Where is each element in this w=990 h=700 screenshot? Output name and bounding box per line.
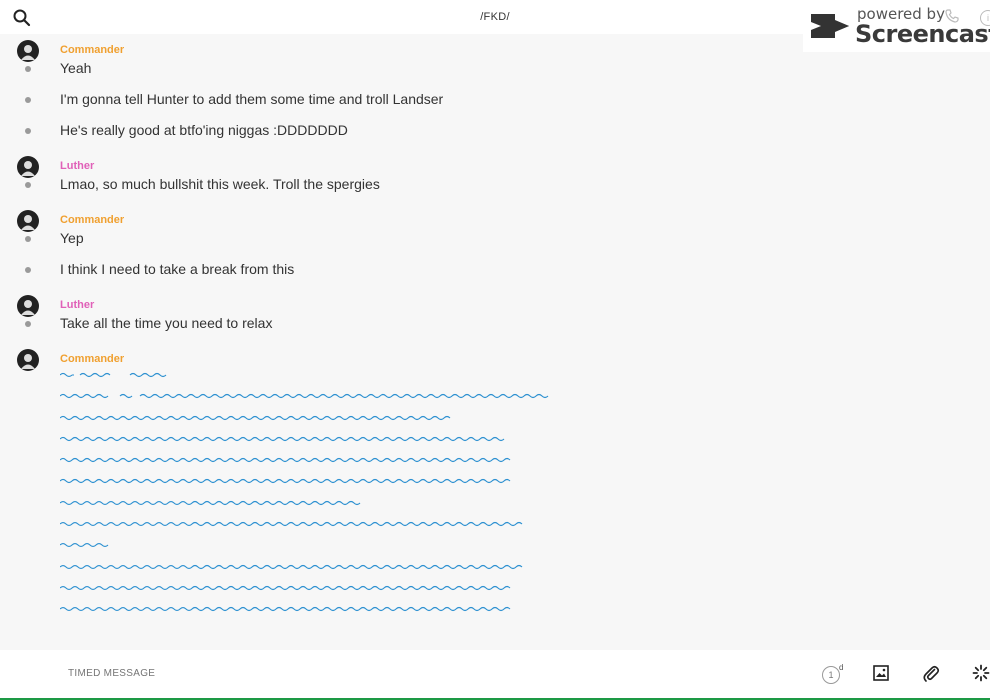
attach-file-button[interactable] xyxy=(922,664,940,682)
scribbled-message xyxy=(59,370,990,635)
paperclip-icon xyxy=(923,665,940,682)
message-text: I think I need to take a break from this xyxy=(25,258,990,280)
timer-value: 1 xyxy=(822,666,840,684)
message-timer-button[interactable]: 1 d xyxy=(822,663,846,685)
message-group: Luther Lmao, so much bullshit this week.… xyxy=(17,150,990,195)
composer-bar: 1 d xyxy=(0,650,990,698)
avatar[interactable] xyxy=(17,295,39,317)
message-group: Commander Yeah I'm gonna tell Hunter to … xyxy=(17,34,990,141)
more-options-button[interactable] xyxy=(972,664,990,682)
avatar[interactable] xyxy=(17,40,39,62)
message-author: Commander xyxy=(60,353,125,365)
message-text: He's really good at btfo'ing niggas :DDD… xyxy=(25,119,990,141)
message-feed[interactable]: Commander Yeah I'm gonna tell Hunter to … xyxy=(0,34,990,650)
attach-image-button[interactable] xyxy=(873,665,889,681)
message-author: Luther xyxy=(60,160,95,172)
scribble-lines xyxy=(59,372,549,612)
message-text: Take all the time you need to relax xyxy=(25,312,990,334)
timed-message-input[interactable] xyxy=(68,668,368,679)
message-text: Yeah xyxy=(25,57,990,88)
spinner-icon xyxy=(972,664,990,682)
info-icon: i xyxy=(980,10,990,26)
avatar[interactable] xyxy=(17,349,39,371)
message-group: Luther Take all the time you need to rel… xyxy=(17,289,990,334)
phone-icon xyxy=(945,9,959,23)
avatar[interactable] xyxy=(17,210,39,232)
message-author: Commander xyxy=(60,214,125,226)
message-group: Commander xyxy=(17,343,990,635)
message-author: Commander xyxy=(60,44,125,56)
timer-unit: d xyxy=(839,663,844,672)
message-text: Yep xyxy=(25,227,990,258)
message-text: I'm gonna tell Hunter to add them some t… xyxy=(25,88,990,119)
image-icon xyxy=(873,665,889,681)
avatar[interactable] xyxy=(17,156,39,178)
message-text: Lmao, so much bullshit this week. Troll … xyxy=(25,173,990,195)
message-author: Luther xyxy=(60,299,95,311)
message-group: Commander Yep I think I need to take a b… xyxy=(17,204,990,280)
